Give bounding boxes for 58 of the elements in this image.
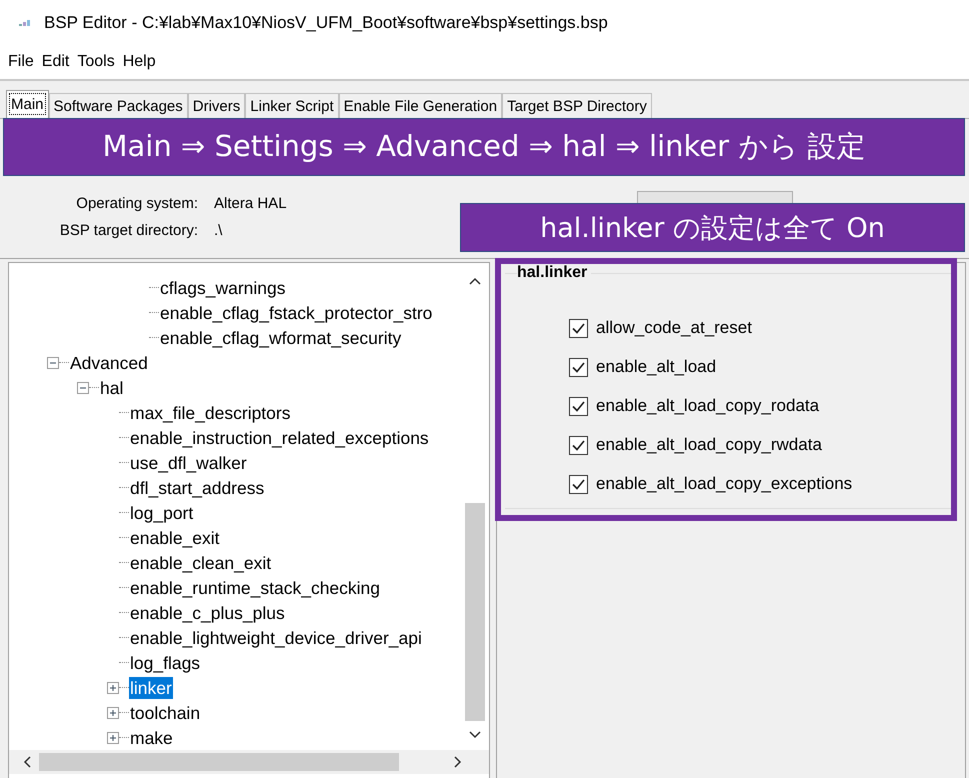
tree-item[interactable]: log_port	[129, 502, 194, 524]
scroll-up-icon[interactable]	[469, 277, 481, 285]
expander-icon[interactable]	[107, 706, 119, 718]
tree-item[interactable]: enable_runtime_stack_checking	[129, 576, 382, 598]
tree-item[interactable]: use_dfl_walker	[129, 452, 248, 474]
tree-item[interactable]: enable_cflag_wformat_security	[159, 326, 402, 348]
checkbox[interactable]	[569, 436, 588, 454]
version-field[interactable]	[637, 191, 793, 204]
field-label: Operating system:	[75, 195, 198, 212]
tree-item[interactable]: enable_instruction_related_exceptions	[129, 426, 430, 448]
tab[interactable]: Software Packages	[48, 93, 188, 118]
tree-item[interactable]: toolchain	[129, 702, 202, 724]
scroll-left-icon[interactable]	[23, 756, 31, 768]
checkbox-label: enable_alt_load	[596, 357, 716, 377]
checkbox[interactable]	[569, 318, 588, 338]
tree-item[interactable]: enable_cflag_fstack_protector_stro	[159, 302, 434, 324]
tree-item[interactable]: make	[129, 726, 174, 748]
scroll-down-icon[interactable]	[469, 731, 481, 739]
tab[interactable]: Target BSP Directory	[502, 93, 652, 118]
tree-item[interactable]: hal	[99, 376, 124, 398]
expander-icon[interactable]	[47, 356, 59, 368]
tree-item[interactable]: log_flags	[129, 652, 202, 674]
expander-icon[interactable]	[107, 732, 119, 744]
app-icon	[18, 18, 32, 28]
scroll-right-icon[interactable]	[454, 756, 462, 768]
field-label: BSP target directory:	[58, 222, 198, 239]
tree-item[interactable]: linker	[129, 676, 173, 698]
checkbox[interactable]	[569, 358, 588, 376]
menu-item[interactable]: File	[4, 53, 38, 71]
tree-item[interactable]: enable_lightweight_device_driver_api	[129, 626, 423, 648]
tree-item[interactable]: enable_exit	[129, 526, 221, 548]
window-title: BSP Editor - C:¥lab¥Max10¥NiosV_UFM_Boot¥software¥bsp¥settings.bsp	[44, 12, 608, 32]
checkbox-label: enable_alt_load_copy_rwdata	[596, 435, 822, 455]
checkbox-label: allow_code_at_reset	[596, 318, 752, 338]
tab[interactable]: Linker Script	[245, 93, 339, 118]
checkbox-label: enable_alt_load_copy_exceptions	[596, 474, 852, 494]
annotation-banner: hal.linker の設定は全て On	[460, 203, 965, 252]
tree-item[interactable]: enable_clean_exit	[129, 552, 272, 574]
menu-item[interactable]: Tools	[73, 53, 119, 71]
expander-icon[interactable]	[77, 382, 89, 394]
horizontal-scrollbar[interactable]	[9, 750, 489, 774]
tab[interactable]: Enable File Generation	[338, 93, 502, 118]
tree-item[interactable]: cflags_warnings	[159, 276, 286, 298]
menu-item[interactable]: Edit	[38, 53, 74, 71]
tree-item[interactable]: Advanced	[69, 352, 149, 374]
tree-item[interactable]: max_file_descriptors	[129, 402, 292, 424]
checkbox[interactable]	[569, 396, 588, 416]
annotation-banner: Main ⇒ Settings ⇒ Advanced ⇒ hal ⇒ linker から 設定	[3, 118, 965, 176]
tree-item[interactable]: dfl_start_address	[129, 476, 266, 498]
tab[interactable]: Main	[6, 90, 49, 118]
menu-item[interactable]: Help	[118, 53, 160, 71]
tree-item[interactable]: enable_c_plus_plus	[129, 602, 286, 624]
field-value: Altera HAL	[214, 195, 287, 212]
checkbox-label: enable_alt_load_copy_rodata	[596, 396, 820, 416]
tab[interactable]: Drivers	[188, 93, 246, 118]
checkbox[interactable]	[569, 474, 588, 494]
expander-icon[interactable]	[107, 682, 119, 694]
field-value: .\	[214, 222, 224, 239]
